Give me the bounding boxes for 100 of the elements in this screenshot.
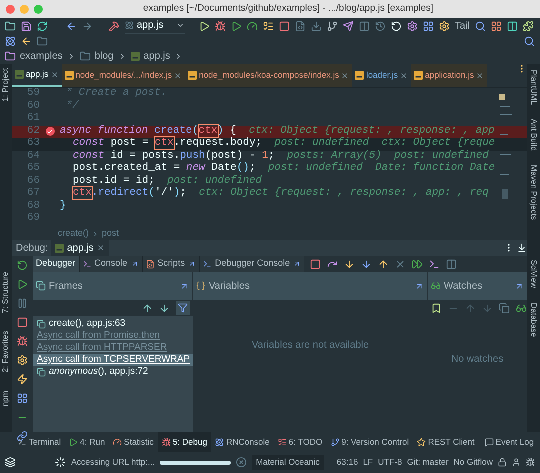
tool-window-label[interactable]: Ant Build — [528, 119, 540, 152]
tool-window-label[interactable]: npm — [0, 390, 12, 407]
tool-window-label[interactable]: 7: Structure — [0, 272, 12, 314]
rerun-icon[interactable] — [17, 260, 28, 271]
tool-window-button[interactable]: REST Client — [413, 432, 479, 452]
background-task[interactable]: Accessing URL http:... — [71, 456, 156, 469]
pin-icon[interactable] — [515, 282, 524, 290]
tail-button[interactable]: Tail — [455, 18, 470, 34]
pin-icon[interactable] — [293, 260, 302, 268]
stop-icon[interactable] — [310, 258, 322, 270]
tool-window-button[interactable]: 5: Debug — [158, 432, 212, 452]
revert-icon[interactable] — [391, 20, 402, 32]
close-icon[interactable] — [476, 72, 484, 80]
tool-window-button[interactable]: 9: Version Control — [326, 432, 414, 452]
tool-window-label[interactable]: Maven Projects — [528, 165, 540, 220]
tool-window-button[interactable]: 6: TODO — [274, 432, 327, 452]
pin-icon[interactable] — [130, 260, 139, 268]
close-icon[interactable] — [174, 72, 182, 80]
filter-button[interactable] — [176, 301, 190, 315]
bug-icon[interactable] — [526, 458, 535, 467]
debug-icon[interactable] — [215, 20, 226, 32]
coverage-icon[interactable] — [231, 20, 242, 32]
git-branch[interactable]: Git: master — [407, 456, 449, 469]
async-frame-link[interactable]: Async call from TCPSERVERWRAP — [33, 354, 193, 366]
debugger-tab[interactable]: Debugger — [33, 256, 79, 272]
close-icon[interactable] — [341, 72, 350, 80]
run-config-dropdown[interactable]: app.js — [125, 18, 185, 34]
line-separator[interactable]: LF — [363, 456, 374, 469]
editor-tab[interactable]: node_modules/.../index.js — [62, 64, 186, 87]
breakpoint-icon[interactable] — [46, 127, 54, 136]
pin-icon[interactable] — [415, 282, 424, 290]
panel-icon[interactable] — [507, 20, 518, 32]
back-arrow-icon[interactable] — [21, 36, 32, 46]
tasks-icon[interactable] — [263, 20, 274, 32]
stop-icon[interactable] — [17, 317, 28, 328]
watches-header[interactable]: Watches — [428, 272, 527, 300]
layout-icon[interactable] — [17, 393, 28, 404]
sync-icon[interactable] — [37, 20, 48, 32]
download-icon[interactable] — [311, 20, 322, 32]
tool-window-button[interactable]: 4: Run — [65, 432, 110, 452]
step-into-icon[interactable] — [344, 258, 356, 270]
copy-icon[interactable] — [499, 302, 510, 314]
tool-window-label[interactable]: 2: Favorites — [0, 331, 12, 373]
layout-icon[interactable] — [491, 20, 502, 32]
compare-icon[interactable] — [359, 20, 370, 32]
down-arrow-icon[interactable] — [159, 302, 170, 314]
event-log-button[interactable]: Event Log — [478, 432, 540, 452]
variables-header[interactable]: Variables — [193, 272, 428, 300]
search-icon[interactable] — [524, 36, 535, 46]
atom-icon[interactable] — [5, 36, 16, 46]
pause-icon[interactable] — [17, 298, 28, 309]
tool-window-label[interactable]: SciView — [528, 260, 540, 289]
tool-window-label[interactable]: PlantUML — [528, 70, 540, 106]
gitflow-selector[interactable]: No Gitflow — [454, 456, 493, 469]
editor-tab[interactable]: application.js — [411, 64, 488, 87]
send-icon[interactable] — [343, 20, 354, 32]
cursor-position[interactable]: 63:16 — [336, 456, 358, 469]
branch-icon[interactable] — [327, 20, 338, 32]
run-icon[interactable] — [199, 20, 210, 32]
cancel-icon[interactable] — [236, 457, 248, 468]
folder-icon[interactable] — [37, 36, 48, 46]
history-icon[interactable] — [375, 20, 386, 32]
breadcrumb-item[interactable]: blog — [94, 48, 114, 64]
pin-icon[interactable] — [188, 260, 196, 268]
bookmark-icon[interactable] — [431, 302, 442, 314]
save-icon[interactable] — [21, 20, 32, 32]
encoding-selector[interactable]: UTF-8 — [378, 456, 402, 469]
search-icon[interactable] — [475, 20, 486, 32]
puzzle-icon[interactable] — [523, 20, 534, 32]
pin-icon[interactable] — [180, 282, 189, 290]
frames-header[interactable]: Frames — [33, 272, 193, 300]
file-icon[interactable] — [295, 20, 306, 32]
tool-window-label[interactable]: 1: Project — [0, 68, 12, 102]
debugger-tab[interactable]: Scripts — [142, 256, 200, 272]
folder-icon[interactable] — [5, 20, 16, 32]
evaluate-icon[interactable] — [429, 258, 440, 270]
hide-icon[interactable] — [517, 243, 527, 253]
stack-frame[interactable]: create(), app.js:63 — [33, 318, 193, 330]
tool-window-button[interactable]: Statistic — [109, 432, 158, 452]
tool-window-button[interactable]: Terminal — [14, 432, 66, 452]
layers-icon[interactable] — [5, 457, 16, 468]
plugin-gear-icon[interactable] — [439, 20, 450, 32]
glasses-icon[interactable] — [516, 302, 527, 314]
run-to-cursor-icon[interactable] — [412, 258, 424, 270]
tool-window-button[interactable]: RNConsole — [211, 432, 274, 452]
grid-icon[interactable] — [423, 20, 434, 32]
lightning-icon[interactable] — [17, 374, 28, 385]
close-icon[interactable] — [400, 72, 408, 80]
lock-icon[interactable] — [498, 458, 507, 467]
force-step-into-icon[interactable] — [361, 258, 372, 270]
up-arrow-icon[interactable] — [142, 302, 153, 314]
breakpoints-icon[interactable] — [17, 336, 28, 347]
editor-tab[interactable]: node_modules/koa-compose/index.js — [185, 64, 352, 87]
close-icon[interactable] — [50, 70, 59, 78]
breadcrumb-item[interactable]: app.js — [144, 48, 170, 64]
editor-tab[interactable]: loader.js — [352, 64, 412, 87]
forward-icon[interactable] — [82, 20, 93, 32]
breadcrumb-item[interactable]: examples — [20, 48, 63, 64]
drop-frame-icon[interactable] — [395, 258, 406, 270]
person-icon[interactable] — [512, 458, 521, 467]
